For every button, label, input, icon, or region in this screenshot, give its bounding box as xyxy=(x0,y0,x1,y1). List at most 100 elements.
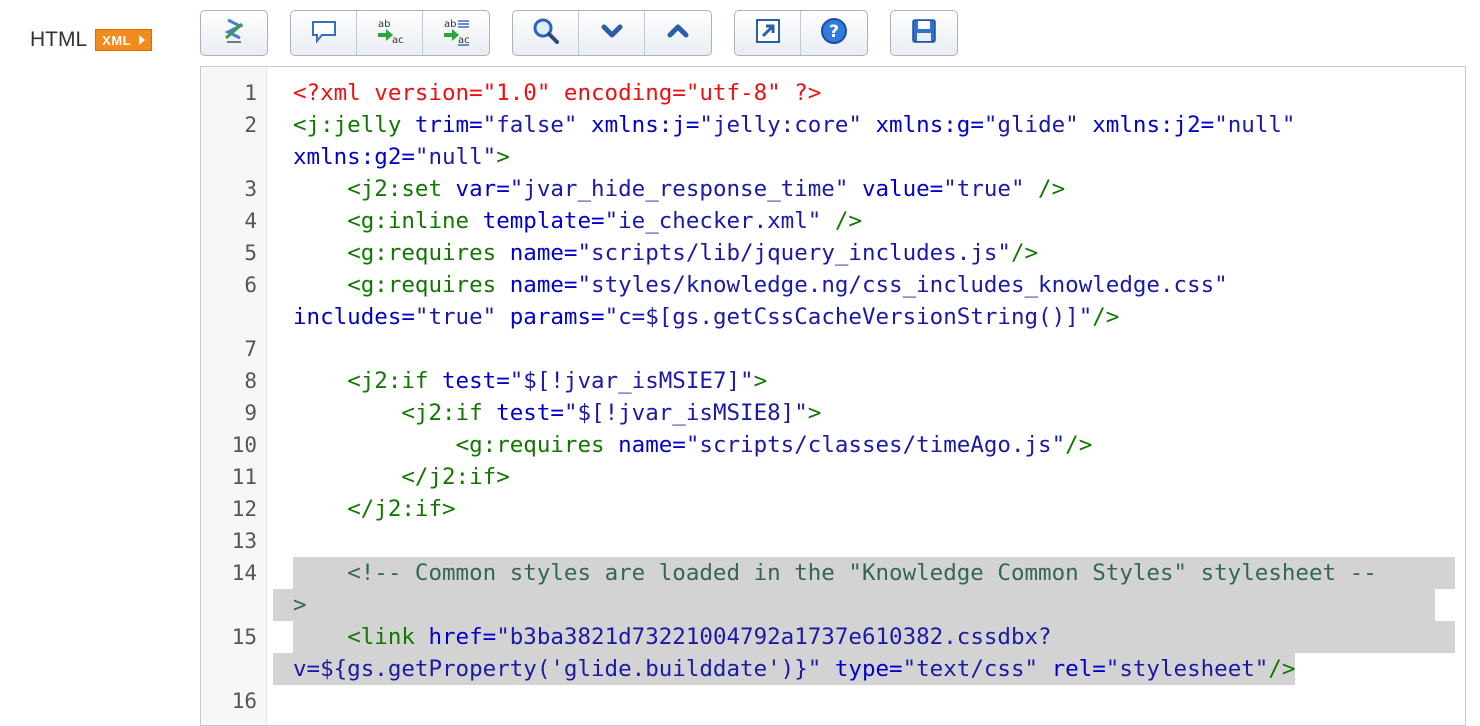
help-button[interactable]: ? xyxy=(801,11,867,55)
code-token: /> xyxy=(1268,656,1296,682)
code-line[interactable]: 7 xyxy=(201,333,1465,365)
line-text: <g:requires name="scripts/lib/jquery_inc… xyxy=(267,237,1465,269)
code-token: "b3ba3821d73221004792a1737e610382.cssdbx… xyxy=(496,624,1052,650)
code-token: "c=$[gs.getCssCacheVersionString()]" xyxy=(604,304,1093,330)
code-token: > xyxy=(753,368,768,394)
code-token: xmlns:g= xyxy=(861,112,984,138)
code-token: "true" xyxy=(943,176,1025,202)
field-label-text: HTML xyxy=(30,28,88,51)
code-token: /> xyxy=(1092,304,1120,330)
line-number: 15 xyxy=(231,625,257,649)
line-text: <!-- Common styles are loaded in the "Kn… xyxy=(267,557,1465,621)
line-text: <j:jelly trim="false" xmlns:j="jelly:cor… xyxy=(267,109,1465,173)
code-token: name= xyxy=(496,240,578,266)
code-line[interactable]: 6 <g:requires name="styles/knowledge.ng/… xyxy=(201,269,1465,333)
code-line[interactable]: 10 <g:requires name="scripts/classes/tim… xyxy=(201,429,1465,461)
chevron-up-icon xyxy=(663,16,693,51)
code-token: v=${gs.getProperty('glide.builddate')}" xyxy=(293,656,822,682)
code-line[interactable]: 8 <j2:if test="$[!jvar_isMSIE7]"> xyxy=(201,365,1465,397)
format-icon xyxy=(219,16,249,51)
line-text xyxy=(267,525,1465,557)
find-previous-button[interactable] xyxy=(645,11,711,55)
code-token: <j2:set xyxy=(347,176,443,202)
chevron-down-icon xyxy=(597,16,627,51)
code-line[interactable]: 14 <!-- Common styles are loaded in the … xyxy=(201,557,1465,621)
line-number: 2 xyxy=(244,113,257,137)
format-code-button[interactable] xyxy=(201,11,267,55)
code-line[interactable]: 13 xyxy=(201,525,1465,557)
code-line[interactable]: 3 <j2:set var="jvar_hide_response_time" … xyxy=(201,173,1465,205)
svg-text:ab: ab xyxy=(444,19,456,30)
code-token: "null" xyxy=(414,144,497,170)
code-token: "null" xyxy=(1214,112,1296,138)
line-text: <g:requires name="styles/knowledge.ng/cs… xyxy=(267,269,1465,333)
code-token: /> xyxy=(821,208,862,234)
replace-icon: ab ac xyxy=(375,16,405,51)
line-text: <j2:if test="$[!jvar_isMSIE8]"> xyxy=(267,397,1465,429)
line-text: <j2:set var="jvar_hide_response_time" va… xyxy=(267,173,1465,205)
code-line[interactable]: 5 <g:requires name="scripts/lib/jquery_i… xyxy=(201,237,1465,269)
line-number: 11 xyxy=(231,465,257,489)
code-content[interactable]: 1 <?xml version="1.0" encoding="utf-8" ?>… xyxy=(201,77,1465,717)
code-token: "ie_checker.xml" xyxy=(604,208,822,234)
line-number: 9 xyxy=(244,401,257,425)
code-line[interactable]: 16 xyxy=(201,685,1465,717)
line-number: 4 xyxy=(244,209,257,233)
line-text: <link href="b3ba3821d73221004792a1737e61… xyxy=(267,621,1465,685)
replace-all-button[interactable]: ab ac xyxy=(423,11,489,55)
code-line[interactable]: 9 <j2:if test="$[!jvar_isMSIE8]"> xyxy=(201,397,1465,429)
search-button[interactable] xyxy=(513,11,579,55)
find-next-button[interactable] xyxy=(579,11,645,55)
toolbar-group xyxy=(890,10,958,56)
code-token: /> xyxy=(1065,432,1093,458)
svg-text:ab: ab xyxy=(378,19,390,30)
code-token: "scripts/classes/timeAgo.js" xyxy=(685,432,1066,458)
line-text xyxy=(267,333,1465,365)
search-icon xyxy=(531,16,561,51)
code-token: var= xyxy=(442,176,510,202)
code-token: <!-- Common styles are loaded in the "Kn… xyxy=(347,560,1377,586)
xml-badge-text: XML xyxy=(102,32,132,48)
fullscreen-button[interactable] xyxy=(735,11,801,55)
toolbar-group: ab ac ab ac xyxy=(290,10,490,56)
comment-button[interactable] xyxy=(291,11,357,55)
code-token: "jelly:core" xyxy=(699,112,862,138)
replace-button[interactable]: ab ac xyxy=(357,11,423,55)
code-line[interactable]: 4 <g:inline template="ie_checker.xml" /> xyxy=(201,205,1465,237)
save-icon xyxy=(909,16,939,51)
code-line[interactable]: 11 </j2:if> xyxy=(201,461,1465,493)
code-token: </j2:if> xyxy=(347,496,456,522)
code-editor[interactable]: 1 <?xml version="1.0" encoding="utf-8" ?>… xyxy=(200,66,1466,726)
line-number: 10 xyxy=(231,433,257,457)
code-token: <g:requires xyxy=(347,272,497,298)
code-token: rel= xyxy=(1038,656,1106,682)
code-line[interactable]: 2 <j:jelly trim="false" xmlns:j="jelly:co… xyxy=(201,109,1465,173)
line-number: 8 xyxy=(244,369,257,393)
code-token: <j2:if xyxy=(347,368,429,394)
code-token: /> xyxy=(1010,240,1039,266)
save-button[interactable] xyxy=(891,11,957,55)
code-token: xmlns:j2= xyxy=(1078,112,1215,138)
line-text: <j2:if test="$[!jvar_isMSIE7]"> xyxy=(267,365,1465,397)
code-token: <?xml version="1.0" encoding="utf-8" ?> xyxy=(293,80,822,106)
code-token: > xyxy=(293,592,307,618)
comment-icon xyxy=(309,16,339,51)
code-token: > xyxy=(496,144,510,170)
code-token: name= xyxy=(496,272,578,298)
play-icon xyxy=(139,35,146,45)
code-line[interactable]: 1 <?xml version="1.0" encoding="utf-8" ?> xyxy=(201,77,1465,109)
xml-badge[interactable]: XML xyxy=(95,29,153,51)
help-icon: ? xyxy=(819,16,849,51)
line-text: <g:requires name="scripts/classes/timeAg… xyxy=(267,429,1465,461)
code-line[interactable]: 12 </j2:if> xyxy=(201,493,1465,525)
line-number: 13 xyxy=(231,529,257,553)
code-line[interactable]: 15 <link href="b3ba3821d73221004792a1737… xyxy=(201,621,1465,685)
